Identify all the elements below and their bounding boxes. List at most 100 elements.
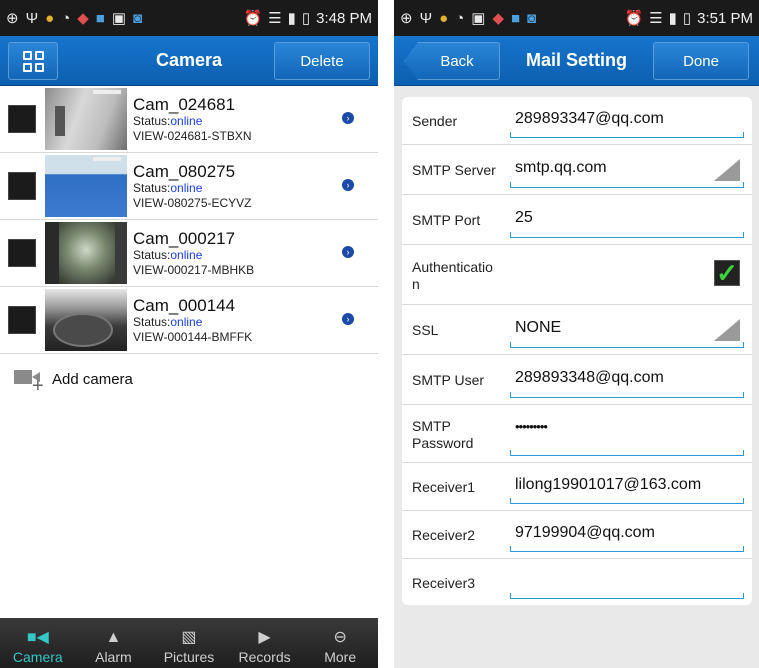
dropdown-arrow-icon[interactable] [714,319,740,341]
clock: 3:51 PM [697,9,753,27]
signal-icon: ▮ [287,9,296,27]
camera-name: Cam_000217 [133,228,236,248]
notification-icons: ⊕ Ψ ● ◔ ◆ ■ ▣ ◙ [6,11,243,26]
page-title: Mail Setting [525,50,627,70]
bell-icon: ▲ [105,629,122,646]
smtp-port-row: SMTP Port 25 [402,195,752,245]
authentication-checkbox[interactable]: ✓ [714,260,740,286]
tab-more[interactable]: ⊖ More [302,618,378,668]
smtp-port-field[interactable]: 25 [515,209,533,227]
mail-setting-screen: ⊕ Ψ ● ◔ ▣ ◆ ■ ◙ ⏰ ☰ ▮ ▯ 3:51 PM Back Mai… [394,0,759,668]
camera-name: Cam_024681 [133,94,236,114]
ssl-row: SSL NONE [402,305,752,355]
sender-field[interactable]: 289893347@qq.com [515,110,664,128]
smtp-user-field[interactable]: 289893348@qq.com [515,369,664,387]
record-icon: ▶ [258,629,271,646]
chevron-right-icon[interactable]: › [342,246,354,258]
smtp-user-row: SMTP User 289893348@qq.com [402,355,752,405]
mail-settings-form: Sender 289893347@qq.com SMTP Server smtp… [402,97,752,605]
back-button[interactable]: Back [404,42,500,80]
bottom-tab-bar: ■◀ Camera ▲ Alarm ▧ Pictures ▶ Records ⊖… [0,618,378,668]
thumbnail-detail [93,90,121,94]
camera-list: Cam_024681 Status:online VIEW-024681-STB… [0,86,378,404]
field-label: SMTP Password [412,418,473,452]
battery-icon: ▯ [682,9,692,27]
thumbnail-detail [45,222,59,284]
ssl-select[interactable]: NONE [515,319,561,337]
tab-alarm[interactable]: ▲ Alarm [76,618,152,668]
input-underline [510,182,744,188]
input-underline [510,498,744,504]
receiver2-row: Receiver2 97199904@qq.com [402,511,752,559]
app-icon: ◆ [492,9,504,27]
status-value: online [170,314,203,329]
thumbnail-detail [115,222,127,284]
image-icon: ▣ [471,9,486,27]
chevron-right-icon[interactable]: › [342,313,354,325]
tab-label: Alarm [95,649,132,665]
done-button[interactable]: Done [653,42,749,80]
status-label: Status: [133,113,171,128]
authentication-row: Authenticatio n ✓ [402,245,752,305]
add-camera-button[interactable]: + Add camera [0,354,378,404]
thumbnail-detail [53,313,113,347]
thumbnail-detail [55,106,65,136]
tab-label: Pictures [163,649,215,665]
grid-icon [22,50,44,72]
input-underline [510,132,744,138]
camera-row[interactable]: Cam_024681 Status:online VIEW-024681-STB… [0,86,378,153]
tab-label: Camera [12,649,63,665]
input-underline [510,450,744,456]
system-icons: ⏰ ☰ ▮ ▯ 3:51 PM [624,10,753,27]
dropdown-arrow-icon[interactable] [714,159,740,181]
camera-checkbox[interactable] [8,105,36,133]
status-value: online [170,180,203,195]
camera-thumbnail [45,155,127,217]
status-label: Status: [133,314,171,329]
input-underline [510,232,744,238]
delete-button[interactable]: Delete [274,42,370,80]
smtp-server-field[interactable]: smtp.qq.com [515,159,607,177]
field-label: SMTP Port [412,212,481,228]
camera-id: VIEW-024681-STBXN [133,128,252,143]
usb-icon: Ψ [419,9,433,27]
label-line: n [412,276,420,292]
camera-name: Cam_000144 [133,295,236,315]
camera-row[interactable]: Cam_080275 Status:online VIEW-080275-ECY… [0,153,378,220]
camera-checkbox[interactable] [8,306,36,334]
app-icon: ■ [510,9,521,27]
input-underline [510,392,744,398]
receiver1-field[interactable]: lilong19901017@163.com [515,476,701,494]
receiver1-row: Receiver1 lilong19901017@163.com [402,463,752,511]
checkmark-icon: ✓ [716,258,738,288]
tab-records[interactable]: ▶ Records [227,618,303,668]
camera-thumbnail [45,222,127,284]
picture-icon: ▧ [181,629,197,646]
field-label: Receiver1 [412,479,476,495]
camera-thumbnail [45,88,127,150]
field-label: SSL [412,322,439,338]
camera-row[interactable]: Cam_000217 Status:online VIEW-000217-MBH… [0,220,378,287]
field-label: Sender [412,113,458,129]
smtp-password-field[interactable]: ••••••••• [515,419,548,434]
camera-checkbox[interactable] [8,239,36,267]
header: Back Mail Setting Done [394,36,759,86]
chevron-right-icon[interactable]: › [342,112,354,124]
tab-camera[interactable]: ■◀ Camera [0,618,76,668]
camera-thumbnail [45,289,127,351]
chevron-right-icon[interactable]: › [342,179,354,191]
app-icon: ◙ [133,9,143,27]
input-underline [510,546,744,552]
camera-checkbox[interactable] [8,172,36,200]
receiver2-field[interactable]: 97199904@qq.com [515,524,655,542]
camera-id: VIEW-000144-BMFFK [133,329,253,344]
more-icon: ⊖ [333,629,347,646]
status-label: Status: [133,247,171,262]
wifi-icon: ☰ [649,9,663,27]
camera-row[interactable]: Cam_000144 Status:online VIEW-000144-BMF… [0,287,378,354]
image-icon: ▣ [111,9,127,27]
status-bar: ⊕ Ψ ● ◔ ◆ ■ ▣ ◙ ⏰ ☰ ▮ ▯ 3:48 PM [0,0,378,36]
tab-pictures[interactable]: ▧ Pictures [151,618,227,668]
app-icon: ◆ [77,9,89,27]
grid-view-button[interactable] [8,42,58,80]
